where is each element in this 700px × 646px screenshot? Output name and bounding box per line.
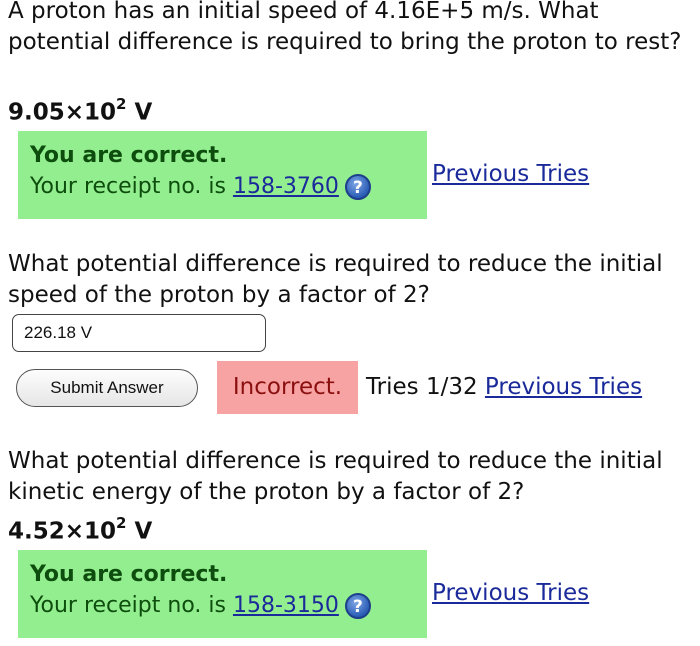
incorrect-status-badge: Incorrect. [217, 361, 358, 414]
help-icon[interactable]: ? [344, 174, 371, 200]
question-3-text: What potential difference is required to… [8, 448, 663, 505]
receipt-line: Your receipt no. is 158-3760? [30, 174, 371, 200]
answer-times: ×10 [64, 518, 117, 545]
tries-text: Tries 1/32 [366, 374, 478, 400]
receipt-number-link[interactable]: 158-3760 [233, 174, 339, 199]
previous-tries-link[interactable]: Previous Tries [432, 580, 589, 606]
correct-status: You are correct. [30, 562, 228, 587]
answer-exponent: 2 [116, 514, 127, 532]
answer-unit: V [126, 518, 153, 545]
correct-feedback-box: You are correct. Your receipt no. is 158… [18, 550, 427, 638]
receipt-label: Your receipt no. is [30, 593, 233, 618]
answer-mantissa: 9.05 [8, 99, 65, 126]
previous-tries-link[interactable]: Previous Tries [432, 161, 589, 187]
tries-counter: Tries 1/32 Previous Tries [366, 374, 642, 400]
question-2-text: What potential difference is required to… [8, 251, 663, 308]
correct-feedback-box: You are correct. Your receipt no. is 158… [18, 131, 427, 219]
help-icon[interactable]: ? [344, 593, 371, 619]
question-3-answer: 4.52×102 V [8, 514, 153, 545]
receipt-label: Your receipt no. is [30, 174, 233, 199]
answer-times: ×10 [64, 99, 117, 126]
receipt-line: Your receipt no. is 158-3150? [30, 593, 371, 619]
question-1-answer: 9.05×102 V [8, 95, 153, 126]
question-1-text: A proton has an initial speed of 4.16E+5… [8, 0, 682, 55]
answer-input[interactable] [12, 314, 266, 352]
previous-tries-link[interactable]: Previous Tries [485, 374, 642, 400]
receipt-number-link[interactable]: 158-3150 [233, 593, 339, 618]
correct-status: You are correct. [30, 143, 228, 168]
answer-exponent: 2 [116, 95, 127, 113]
answer-unit: V [126, 99, 153, 126]
submit-answer-button[interactable]: Submit Answer [16, 369, 198, 407]
answer-mantissa: 4.52 [8, 518, 65, 545]
